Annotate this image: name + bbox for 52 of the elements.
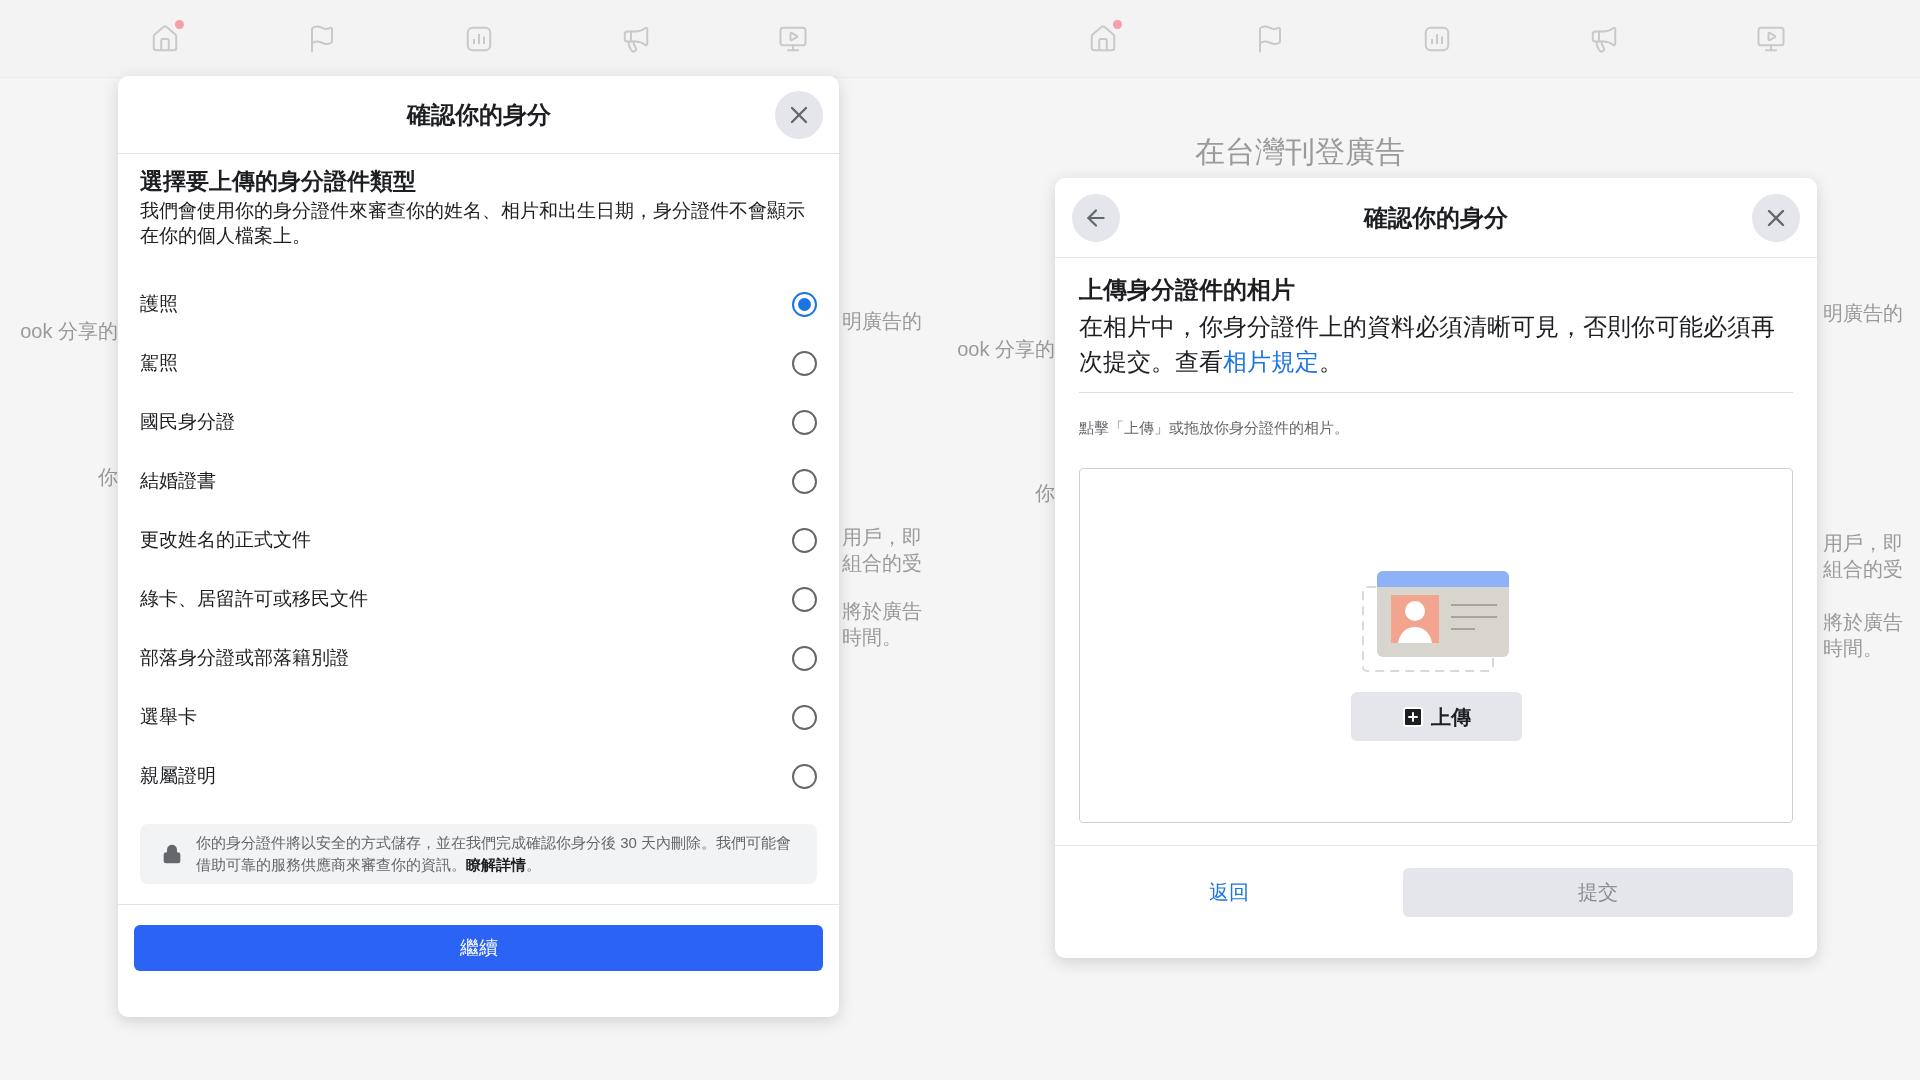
upload-button[interactable]: 上傳: [1350, 692, 1522, 741]
id-type-option[interactable]: 結婚證書: [140, 452, 817, 511]
background-text: 將於廣告: [1823, 610, 1903, 635]
dialog-title: 確認你的身分: [406, 99, 551, 130]
background-text: 明廣告的: [842, 309, 922, 334]
continue-button[interactable]: 繼續: [134, 925, 823, 971]
id-type-option[interactable]: 部落身分證或部落籍別證: [140, 629, 817, 688]
radio-button[interactable]: [792, 705, 817, 730]
radio-button[interactable]: [792, 469, 817, 494]
background-text: 明廣告的: [1823, 301, 1903, 326]
background-text: 將於廣告: [842, 599, 922, 624]
background-text: 用戶，即: [1823, 531, 1903, 556]
background-text: 時間。: [842, 625, 902, 650]
close-button[interactable]: [1752, 193, 1800, 242]
id-type-option[interactable]: 護照: [140, 275, 817, 334]
id-type-option[interactable]: 親屬證明: [140, 747, 817, 806]
background-text: ook 分享的: [957, 337, 1055, 362]
background-text: ook 分享的: [20, 319, 118, 344]
upload-drop-area[interactable]: 上傳: [1079, 467, 1793, 823]
radio-button[interactable]: [792, 410, 817, 435]
photo-guidelines-link[interactable]: 相片規定: [1223, 349, 1319, 375]
back-link-button[interactable]: 返回: [1079, 868, 1379, 916]
radio-button[interactable]: [792, 764, 817, 789]
radio-button[interactable]: [792, 646, 817, 671]
section-heading: 選擇要上傳的身分證件類型: [140, 167, 417, 196]
radio-button[interactable]: [792, 351, 817, 376]
id-type-option[interactable]: 更改姓名的正式文件: [140, 511, 817, 570]
background-text: 你: [98, 465, 118, 490]
background-text: 用戶，即: [842, 525, 922, 550]
learn-more-link[interactable]: 瞭解詳情: [466, 856, 526, 873]
id-type-option[interactable]: 選舉卡: [140, 688, 817, 747]
id-type-option[interactable]: 國民身分證: [140, 393, 817, 452]
section-description: 在相片中，你身分證件上的資料必須清晰可見，否則你可能必須再次提交。查看相片規定。: [1079, 313, 1776, 377]
radio-button[interactable]: [792, 292, 817, 317]
upload-hint: 點擊「上傳」或拖放你身分證件的相片。: [1079, 418, 1350, 438]
page-title: 在台灣刊登廣告: [1195, 134, 1405, 170]
background-text: 組合的受: [842, 551, 922, 576]
lock-icon: [162, 844, 182, 864]
plus-icon: [1401, 704, 1425, 729]
close-button[interactable]: [775, 91, 823, 139]
id-type-option[interactable]: 駕照: [140, 334, 817, 393]
background-text: 時間。: [1823, 636, 1883, 661]
section-description: 我們會使用你的身分證件來審查你的姓名、相片和出生日期，身分證件不會顯示在你的個人檔案上。: [140, 199, 806, 248]
radio-button[interactable]: [792, 587, 817, 612]
id-type-option[interactable]: 綠卡、居留許可或移民文件: [140, 570, 817, 629]
section-heading: 上傳身分證件的相片: [1079, 275, 1296, 305]
notice-text: 你的身分證件將以安全的方式儲存，並在我們完成確認你身分後 30 天內刪除。我們可能會借助可靠的服務供應商來審查你的資訊。瞭解詳情。: [196, 833, 793, 875]
background-text: 你: [1035, 481, 1055, 506]
background-text: 組合的受: [1823, 557, 1903, 582]
dialog-title: 確認你的身分: [1364, 202, 1508, 233]
radio-button[interactable]: [792, 528, 817, 553]
back-button[interactable]: [1072, 193, 1120, 242]
